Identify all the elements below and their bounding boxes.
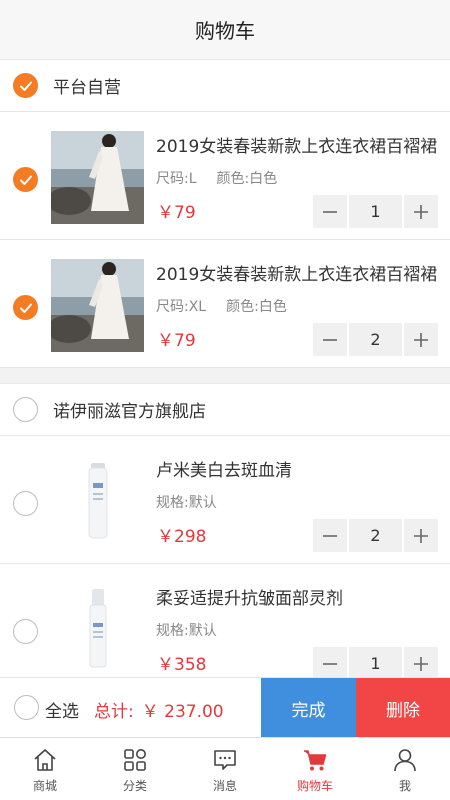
message-icon [214, 750, 236, 770]
tab-category[interactable]: 分类 [90, 738, 180, 800]
store-header: 诺伊丽滋官方旗舰店 [0, 384, 450, 436]
quantity-stepper: 1 [313, 195, 438, 228]
done-button[interactable]: 完成 [261, 678, 356, 738]
size-spec: 尺码:L [156, 171, 197, 187]
item-checkbox[interactable] [13, 619, 38, 644]
item-checkbox[interactable] [13, 167, 38, 192]
store-checkbox[interactable] [13, 397, 38, 422]
plus-icon [414, 528, 428, 543]
size-spec: 尺码:XL [156, 299, 207, 315]
store-checkbox[interactable] [13, 73, 38, 98]
check-icon [19, 303, 32, 313]
product-price: ￥298 [157, 527, 207, 547]
quantity-stepper: 2 [313, 519, 438, 552]
home-icon [34, 749, 56, 771]
variant-spec: 规格:默认 [156, 495, 217, 511]
store-name[interactable]: 诺伊丽滋官方旗舰店 [53, 397, 206, 422]
user-icon [394, 749, 416, 772]
quantity-value[interactable]: 2 [349, 323, 402, 356]
product-price: ￥79 [157, 331, 196, 351]
product-image[interactable] [51, 259, 144, 352]
total-value: ￥ 237.00 [141, 702, 224, 722]
cart-item: 柔妥适提升抗皱面部灵剂 规格:默认 ￥358 1 [0, 564, 450, 677]
product-name[interactable]: 柔妥适提升抗皱面部灵剂 [156, 584, 438, 609]
product-price: ￥79 [157, 203, 196, 223]
tab-home[interactable]: 商城 [0, 738, 90, 800]
product-price: ￥358 [157, 655, 207, 675]
tab-messages[interactable]: 消息 [180, 738, 270, 800]
store-header: 平台自营 [0, 60, 450, 112]
minus-icon [323, 210, 337, 213]
bottom-tab-bar: 商城 分类 消息 购物车 我 [0, 737, 450, 800]
page-title: 购物车 [195, 19, 255, 43]
color-spec: 颜色:白色 [216, 171, 278, 187]
increase-button[interactable] [404, 195, 438, 228]
product-specs: 规格:默认 [156, 620, 217, 640]
product-specs: 规格:默认 [156, 492, 217, 512]
tab-label: 商城 [32, 779, 57, 793]
checkout-bar: 全选 总计: ￥ 237.00 完成 删除 [0, 677, 450, 738]
tab-label: 分类 [122, 779, 147, 793]
store-divider [0, 368, 450, 384]
decrease-button[interactable] [313, 323, 347, 356]
increase-button[interactable] [404, 647, 438, 677]
item-checkbox[interactable] [13, 491, 38, 516]
category-icon [124, 749, 146, 771]
total-price: 总计: ￥ 237.00 [94, 697, 224, 722]
product-name[interactable]: 2019女装春装新款上衣连衣裙百褶裙 [156, 260, 438, 285]
minus-icon [323, 534, 337, 537]
tab-label: 消息 [212, 779, 237, 793]
product-image[interactable] [51, 455, 144, 548]
product-image[interactable] [51, 583, 144, 676]
variant-spec: 规格:默认 [156, 623, 217, 639]
store-name[interactable]: 平台自营 [53, 73, 121, 98]
delete-button[interactable]: 删除 [356, 678, 450, 738]
check-icon [19, 175, 32, 185]
tab-label: 购物车 [296, 779, 333, 793]
tab-me[interactable]: 我 [360, 738, 450, 800]
minus-icon [323, 338, 337, 341]
cart-list[interactable]: 平台自营 2019女装春装新款上衣连衣裙百褶裙 尺码:L 颜色:白色 ￥79 1… [0, 60, 450, 677]
select-all-label[interactable]: 全选 [45, 697, 79, 722]
total-label: 总计: [94, 702, 134, 722]
plus-icon [414, 204, 428, 219]
quantity-value[interactable]: 2 [349, 519, 402, 552]
increase-button[interactable] [404, 519, 438, 552]
color-spec: 颜色:白色 [226, 299, 287, 315]
item-checkbox[interactable] [13, 295, 38, 320]
product-name[interactable]: 卢米美白去斑血清 [156, 456, 438, 481]
quantity-stepper: 2 [313, 323, 438, 356]
cart-item: 2019女装春装新款上衣连衣裙百褶裙 尺码:XL 颜色:白色 ￥79 2 [0, 240, 450, 368]
decrease-button[interactable] [313, 647, 347, 677]
decrease-button[interactable] [313, 195, 347, 228]
minus-icon [323, 662, 337, 665]
decrease-button[interactable] [313, 519, 347, 552]
increase-button[interactable] [404, 323, 438, 356]
select-all-checkbox[interactable] [14, 695, 39, 720]
cart-icon [304, 750, 327, 771]
top-header: 购物车 [0, 0, 450, 60]
quantity-stepper: 1 [313, 647, 438, 677]
tab-label: 我 [398, 779, 411, 793]
product-name[interactable]: 2019女装春装新款上衣连衣裙百褶裙 [156, 132, 438, 157]
quantity-value[interactable]: 1 [349, 647, 402, 677]
cart-item: 2019女装春装新款上衣连衣裙百褶裙 尺码:L 颜色:白色 ￥79 1 [0, 112, 450, 240]
product-specs: 尺码:L 颜色:白色 [156, 168, 277, 188]
plus-icon [414, 656, 428, 671]
plus-icon [414, 332, 428, 347]
product-specs: 尺码:XL 颜色:白色 [156, 296, 287, 316]
quantity-value[interactable]: 1 [349, 195, 402, 228]
tab-cart[interactable]: 购物车 [270, 738, 360, 800]
check-icon [19, 81, 32, 91]
cart-item: 卢米美白去斑血清 规格:默认 ￥298 2 [0, 436, 450, 564]
product-image[interactable] [51, 131, 144, 224]
